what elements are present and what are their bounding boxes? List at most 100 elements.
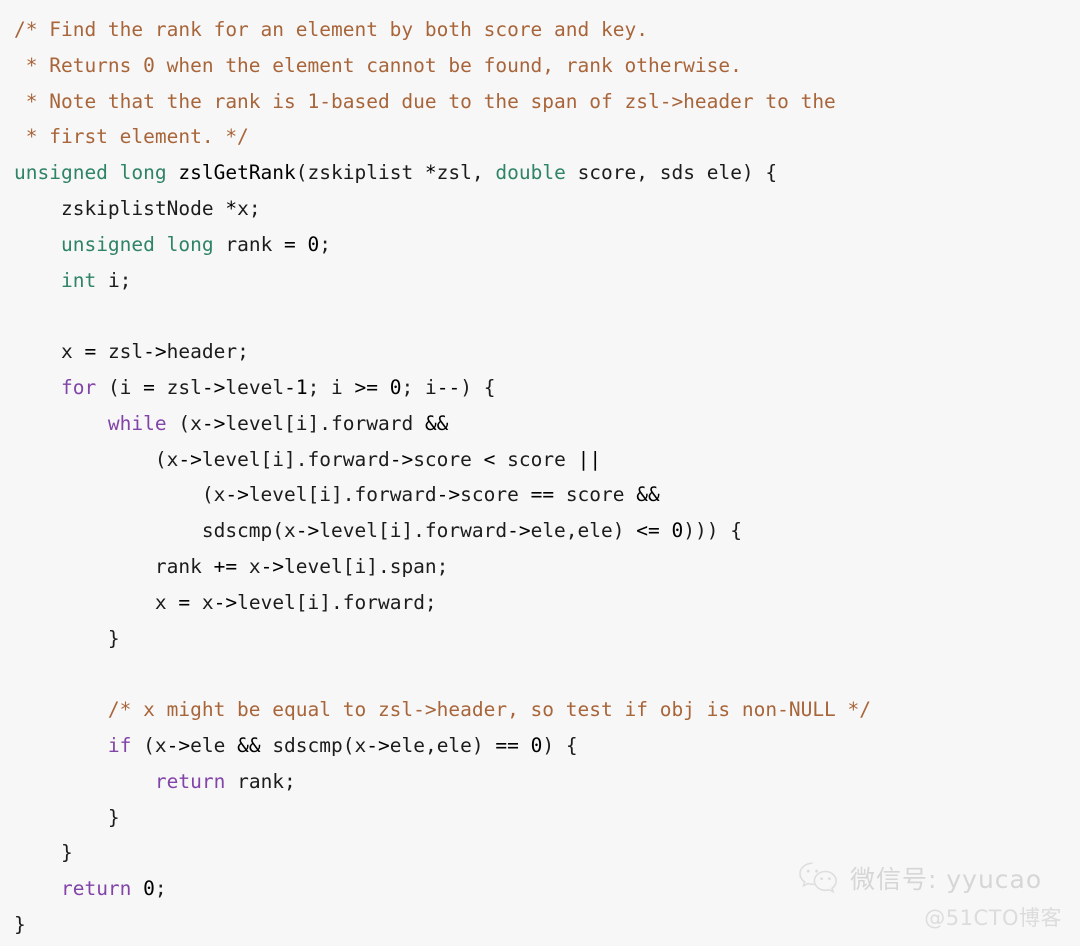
code-listing[interactable]: /* Find the rank for an element by both … (14, 12, 1080, 943)
code-token-plain: (i (96, 375, 144, 399)
code-line: zskiplistNode *x; (14, 191, 1080, 227)
code-token-operator: == (495, 733, 519, 757)
code-line: } (14, 907, 1080, 943)
code-token-keyword: int (60, 268, 97, 292)
code-token-plain: zsl, (436, 161, 496, 185)
code-token-operator: * (225, 196, 238, 220)
code-line: /* x might be equal to zsl->header, so t… (14, 692, 1080, 728)
code-token-plain: } (14, 626, 120, 650)
code-token-function: zslGetRank (178, 161, 296, 185)
code-token-plain: sdscmp(x (260, 733, 367, 757)
code-token-plain: rank (225, 232, 285, 256)
code-token-plain: } (14, 912, 26, 936)
code-token-comment: * first element. */ (14, 125, 249, 149)
code-line: rank += x->level[i].span; (14, 549, 1080, 585)
code-token-plain: level[i].forward (248, 483, 437, 507)
code-token-plain: (x (131, 733, 167, 757)
code-token-keyword: double (495, 161, 566, 185)
code-token-plain: score, sds ele) { (565, 161, 778, 185)
code-line: int i; (14, 263, 1080, 299)
code-token-plain: level[i].forward (201, 447, 390, 471)
code-token-operator: >= (354, 375, 379, 399)
code-token-operator: -> (436, 483, 461, 507)
code-token-plain: ele,ele) (530, 519, 637, 543)
code-line: (x->level[i].forward->score < score || (14, 442, 1080, 478)
code-line: for (i = zsl->level-1; i >= 0; i--) { (14, 370, 1080, 406)
code-token-plain: (x (14, 447, 179, 471)
code-token-operator: -> (201, 375, 226, 399)
code-token-operator: -> (295, 519, 320, 543)
code-line: if (x->ele && sdscmp(x->ele,ele) == 0) { (14, 728, 1080, 764)
code-token-plain: level (225, 375, 285, 399)
code-token-operator: -> (389, 447, 414, 471)
code-token-plain: ))) { (683, 519, 742, 543)
code-line: /* Find the rank for an element by both … (14, 12, 1080, 48)
code-token-operator: -> (178, 447, 202, 471)
code-token-plain: sdscmp(x (14, 519, 296, 543)
code-token-plain: score (554, 483, 637, 507)
code-token-control: if (107, 733, 132, 757)
code-token-number: 0 (307, 232, 320, 256)
code-token-plain: (zskiplist (295, 161, 425, 185)
code-token-plain: ) { (460, 375, 496, 399)
code-line: return rank; (14, 764, 1080, 800)
code-viewer: /* Find the rank for an element by both … (0, 0, 1080, 946)
code-token-control: return (154, 769, 226, 793)
code-token-plain: ele (190, 733, 238, 757)
code-line: while (x->level[i].forward && (14, 406, 1080, 442)
code-token-plain: i; (96, 268, 132, 292)
code-token-number: 0 (530, 733, 543, 757)
code-token-plain: ; (319, 232, 332, 256)
code-token-plain: x (190, 590, 214, 614)
code-token-plain: score (495, 447, 578, 471)
code-token-plain: level[i].span; (284, 554, 449, 578)
code-token-number: 0 (671, 519, 684, 543)
code-token-plain: x (14, 340, 85, 364)
code-token-plain: ; i (307, 375, 355, 399)
code-token-number: 0 (143, 877, 155, 901)
code-line: } (14, 835, 1080, 871)
code-token-plain: (x (166, 411, 202, 435)
code-line: * first element. */ (14, 119, 1080, 155)
code-token-plain: rank; (225, 769, 296, 793)
code-token-operator: || (577, 447, 602, 471)
code-line: } (14, 800, 1080, 836)
code-line: * Note that the rank is 1-based due to t… (14, 84, 1080, 120)
code-token-plain: zsl (96, 340, 144, 364)
code-token-plain: x; (237, 196, 261, 220)
code-token-operator: = (178, 590, 191, 614)
code-token-operator: && (424, 411, 449, 435)
code-token-operator: * (424, 161, 437, 185)
code-line: return 0; (14, 871, 1080, 907)
code-line: x = zsl->header; (14, 334, 1080, 370)
code-token-operator: -> (260, 554, 285, 578)
code-token-operator: -> (225, 483, 249, 507)
code-token-comment: /* Find the rank for an element by both … (14, 18, 648, 41)
code-token-plain: ) { (542, 733, 578, 757)
code-token-plain: (x (14, 483, 226, 507)
code-token-plain: ele,ele) (389, 733, 496, 757)
code-token-operator: - (284, 375, 296, 399)
code-token-operator: = (84, 340, 97, 364)
code-token-operator: -> (201, 411, 226, 435)
code-token-operator: = (143, 375, 155, 399)
code-token-plain: } (14, 841, 73, 865)
code-token-operator: && (237, 733, 261, 757)
code-line: unsigned long rank = 0; (14, 227, 1080, 263)
code-line: } (14, 621, 1080, 657)
code-token-operator: <= (636, 519, 660, 543)
code-token-control: for (60, 375, 97, 399)
code-token-comment: * Note that the rank is 1-based due to t… (14, 89, 836, 113)
code-token-control: return (60, 877, 132, 901)
